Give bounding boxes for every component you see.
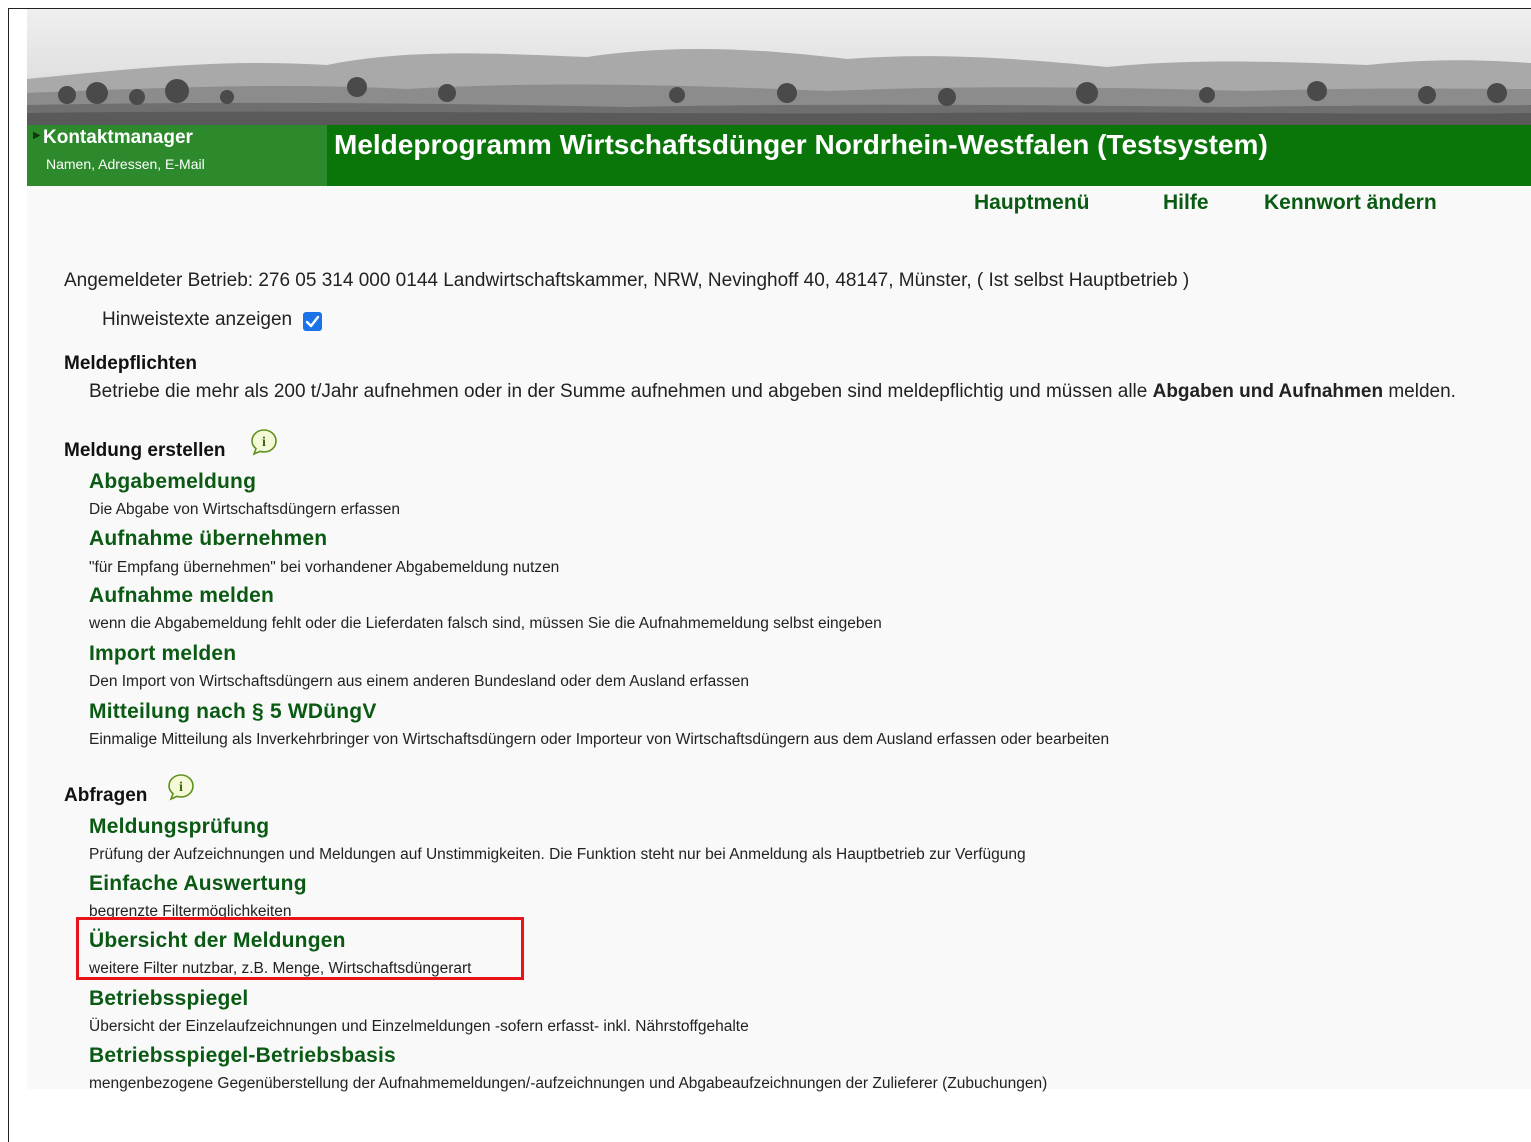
desc-import-melden: Den Import von Wirtschaftsdüngern aus ei…	[89, 673, 749, 690]
create-heading: Meldung erstellen	[64, 440, 226, 461]
link-betriebsspiegel-betriebsbasis[interactable]: Betriebsspiegel-Betriebsbasis	[89, 1044, 396, 1068]
arrow-right-icon: ▶	[33, 130, 41, 141]
desc-betriebsspiegel-betriebsbasis: mengenbezogene Gegenüberstellung der Auf…	[89, 1075, 1048, 1092]
duties-text-part: melden.	[1383, 381, 1456, 402]
link-abgabemeldung[interactable]: Abgabemeldung	[89, 470, 256, 494]
contact-manager-subtitle: Namen, Adressen, E-Mail	[46, 156, 205, 172]
nav-main-menu[interactable]: Hauptmenü	[974, 191, 1090, 215]
duties-text: Betriebe die mehr als 200 t/Jahr aufnehm…	[89, 381, 1456, 403]
desc-abgabemeldung: Die Abgabe von Wirtschaftsdüngern erfass…	[89, 501, 401, 518]
page-title: Meldeprogramm Wirtschaftsdünger Nordrhei…	[334, 129, 1268, 160]
desc-betriebsspiegel: Übersicht der Einzelaufzeichnungen und E…	[89, 1018, 749, 1035]
desc-aufnahme-melden: wenn die Abgabemeldung fehlt oder die Li…	[89, 615, 882, 632]
duties-text-part: Betriebe die mehr als 200 t/Jahr aufnehm…	[89, 381, 1153, 402]
checkmark-icon	[305, 315, 320, 328]
link-betriebsspiegel[interactable]: Betriebsspiegel	[89, 987, 248, 1011]
highlight-box	[76, 917, 524, 980]
landscape-banner	[27, 9, 1531, 125]
link-aufnahme-uebernehmen[interactable]: Aufnahme übernehmen	[89, 527, 327, 551]
link-mitteilung-wduengv[interactable]: Mitteilung nach § 5 WDüngV	[89, 700, 377, 724]
link-aufnahme-melden[interactable]: Aufnahme melden	[89, 584, 274, 608]
logged-in-business: Angemeldeter Betrieb: 276 05 314 000 014…	[64, 270, 1190, 291]
nav-change-password[interactable]: Kennwort ändern	[1264, 191, 1437, 215]
title-bar: Meldeprogramm Wirtschaftsdünger Nordrhei…	[327, 125, 1531, 186]
nav-help[interactable]: Hilfe	[1163, 191, 1209, 215]
hint-label: Hinweistexte anzeigen	[102, 309, 293, 330]
svg-text:i: i	[179, 780, 183, 795]
info-icon[interactable]: i	[167, 773, 195, 801]
contact-manager-box[interactable]: ▶ Kontaktmanager Namen, Adressen, E-Mail	[27, 125, 327, 186]
svg-text:i: i	[262, 435, 266, 450]
landscape-image	[27, 9, 1531, 125]
link-import-melden[interactable]: Import melden	[89, 642, 236, 666]
header-bar: ▶ Kontaktmanager Namen, Adressen, E-Mail…	[27, 125, 1531, 186]
top-nav: Hauptmenü Hilfe Kennwort ändern	[0, 191, 1531, 221]
link-meldungspruefung[interactable]: Meldungsprüfung	[89, 815, 269, 839]
hint-checkbox[interactable]	[303, 312, 322, 331]
duties-text-bold: Abgaben und Aufnahmen	[1152, 381, 1384, 402]
queries-heading: Abfragen	[64, 785, 148, 806]
duties-heading: Meldepflichten	[64, 353, 198, 374]
desc-aufnahme-uebernehmen: "für Empfang übernehmen" bei vorhandener…	[89, 559, 560, 576]
info-icon[interactable]: i	[250, 428, 278, 456]
desc-meldungspruefung: Prüfung der Aufzeichnungen und Meldungen…	[89, 846, 1026, 863]
link-einfache-auswertung[interactable]: Einfache Auswertung	[89, 872, 307, 896]
contact-manager-title[interactable]: Kontaktmanager	[43, 127, 193, 149]
desc-mitteilung-wduengv: Einmalige Mitteilung als Inverkehrbringe…	[89, 731, 1110, 748]
